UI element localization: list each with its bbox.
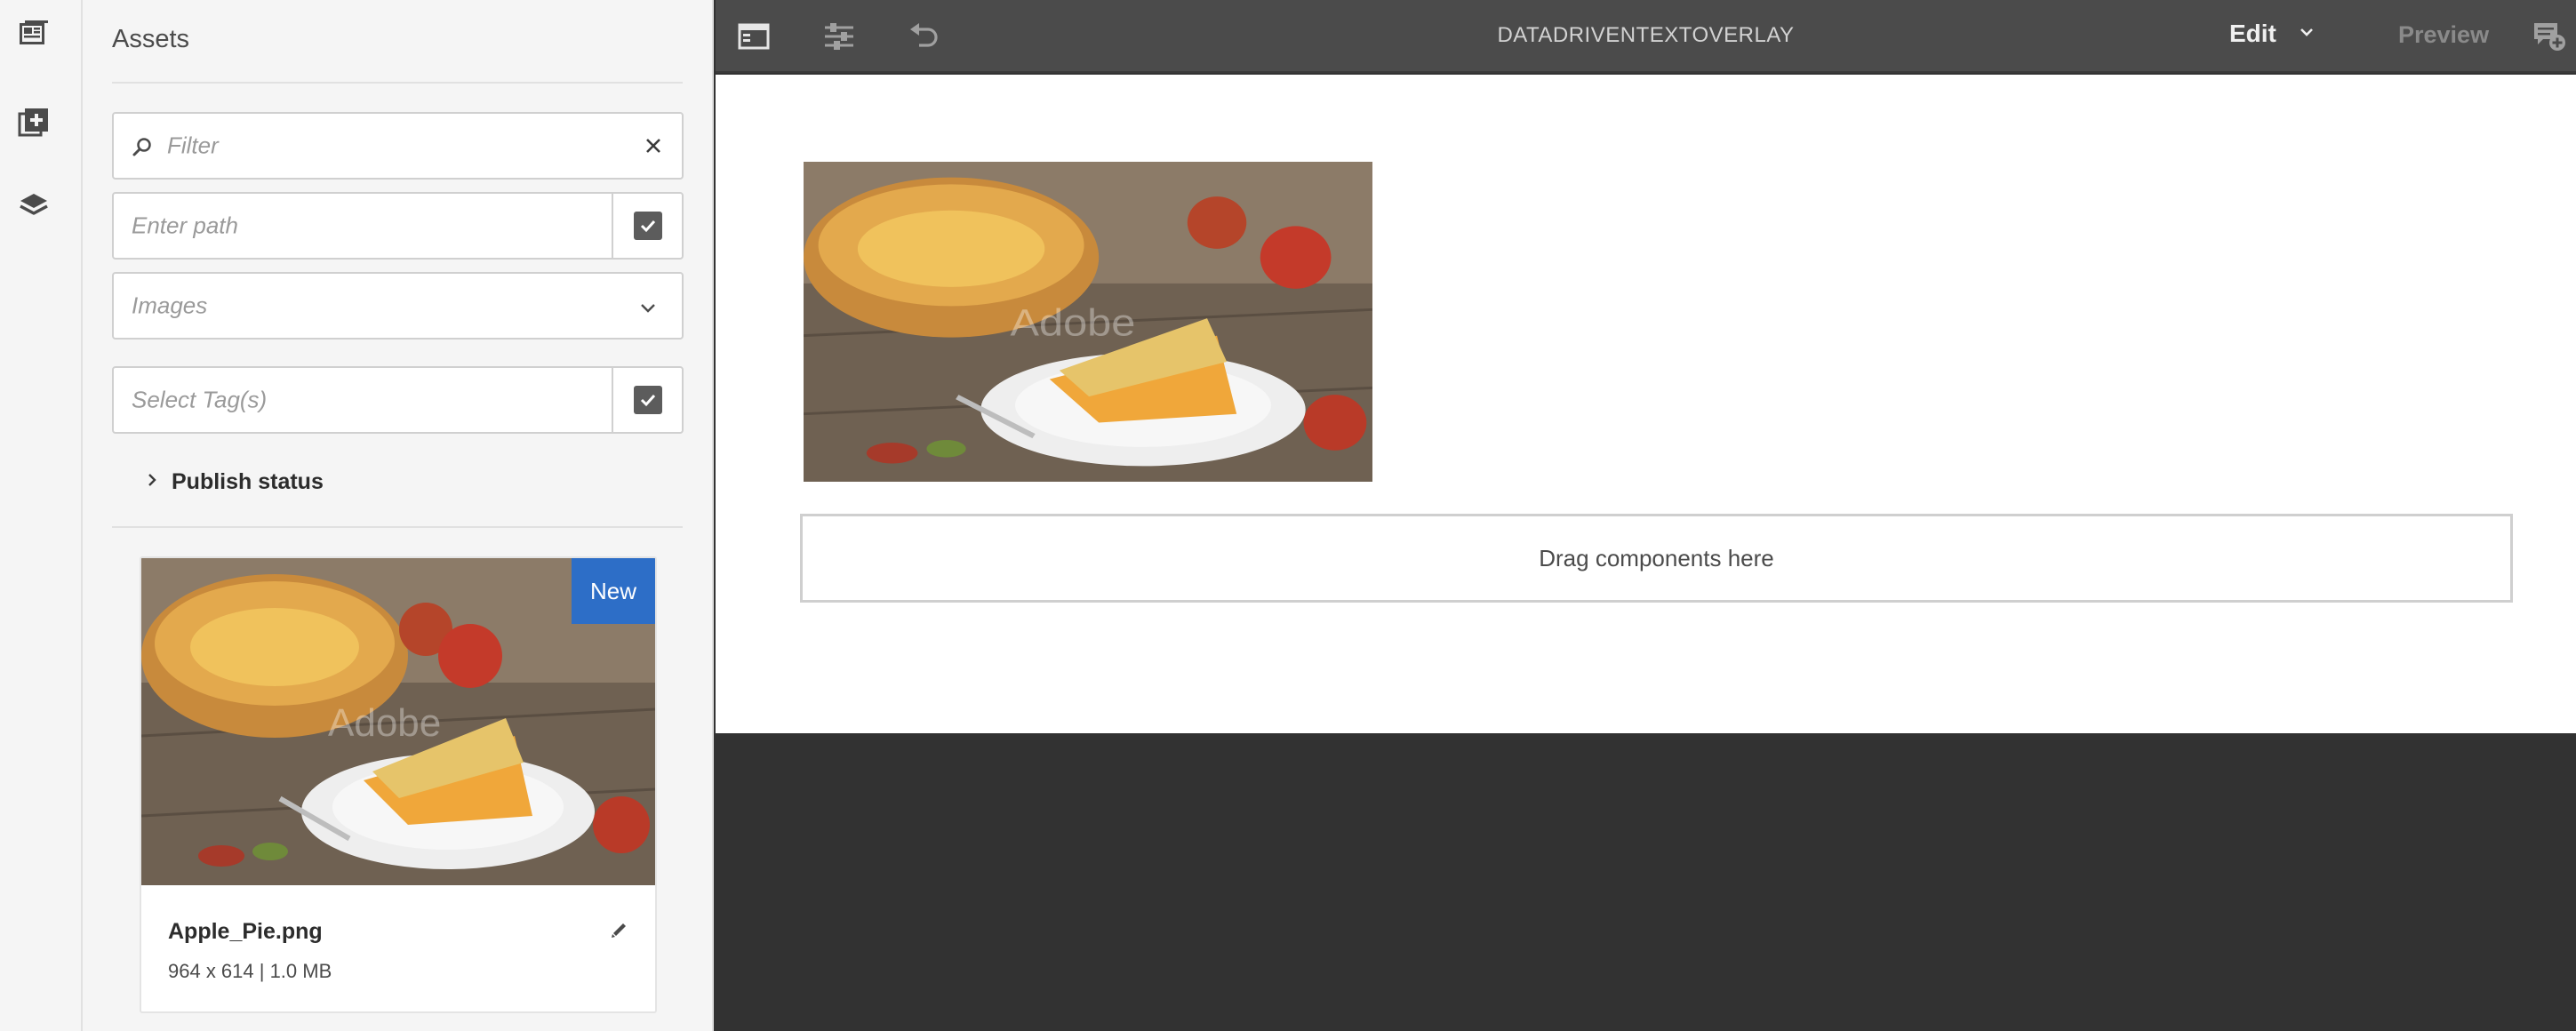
svg-text:Adobe: Adobe xyxy=(1011,300,1136,344)
chevron-right-icon xyxy=(145,471,159,493)
tags-field[interactable]: Select Tag(s) xyxy=(112,366,684,434)
editor-toolbar: DATADRIVENTEXTOVERLAY Edit Preview xyxy=(716,0,2576,73)
tags-input[interactable]: Select Tag(s) xyxy=(132,387,267,414)
new-badge: New xyxy=(572,558,655,624)
image-component[interactable]: Adobe xyxy=(804,162,1372,482)
undo-icon[interactable] xyxy=(906,18,943,55)
assets-panel: Assets Filter Enter path Images Select T… xyxy=(83,0,714,1031)
chevron-down-icon xyxy=(639,299,657,321)
svg-text:Adobe: Adobe xyxy=(328,701,441,745)
component-dropzone[interactable]: Drag components here xyxy=(800,514,2513,603)
asset-type-select[interactable]: Images xyxy=(112,272,684,340)
preview-button[interactable]: Preview xyxy=(2398,21,2489,49)
toggle-side-panel-icon[interactable] xyxy=(735,18,772,55)
publish-status-label: Publish status xyxy=(172,469,324,494)
left-rail xyxy=(0,0,83,1031)
pencil-icon[interactable] xyxy=(605,915,634,944)
asset-card[interactable]: Adobe New Apple_Pie.png 964 x 614 | 1.0 … xyxy=(140,556,657,1013)
dropzone-label: Drag components here xyxy=(1539,544,1774,571)
assets-browser-icon[interactable] xyxy=(16,16,52,52)
add-components-icon[interactable] xyxy=(16,105,52,140)
mode-selector[interactable]: Edit xyxy=(2229,20,2316,48)
page-properties-icon[interactable] xyxy=(820,18,858,55)
asset-meta: 964 x 614 | 1.0 MB xyxy=(168,960,332,982)
asset-thumbnail: Adobe New xyxy=(141,558,655,885)
checkmark-icon xyxy=(633,212,662,240)
layers-icon[interactable] xyxy=(16,188,52,224)
panel-title: Assets xyxy=(112,25,190,53)
path-input[interactable]: Enter path xyxy=(132,212,238,240)
checkmark-icon xyxy=(633,386,662,414)
path-browse-button[interactable] xyxy=(613,194,682,258)
filter-input[interactable]: Filter xyxy=(167,132,219,160)
page-canvas: Adobe Drag components here xyxy=(716,75,2576,733)
asset-name: Apple_Pie.png xyxy=(168,919,323,944)
panel-divider xyxy=(112,82,683,84)
mode-label: Edit xyxy=(2229,20,2276,47)
asset-type-value: Images xyxy=(132,292,208,319)
tags-picker-button[interactable] xyxy=(613,368,682,432)
chevron-down-icon xyxy=(2298,23,2316,45)
panel-divider xyxy=(112,526,683,528)
publish-status-toggle[interactable]: Publish status xyxy=(145,469,324,495)
clear-filter-icon[interactable] xyxy=(644,137,662,159)
path-field[interactable]: Enter path xyxy=(112,192,684,260)
workspace-background xyxy=(716,733,2576,1031)
annotations-icon[interactable] xyxy=(2531,18,2568,55)
search-icon xyxy=(132,137,153,163)
filter-field[interactable]: Filter xyxy=(112,112,684,180)
